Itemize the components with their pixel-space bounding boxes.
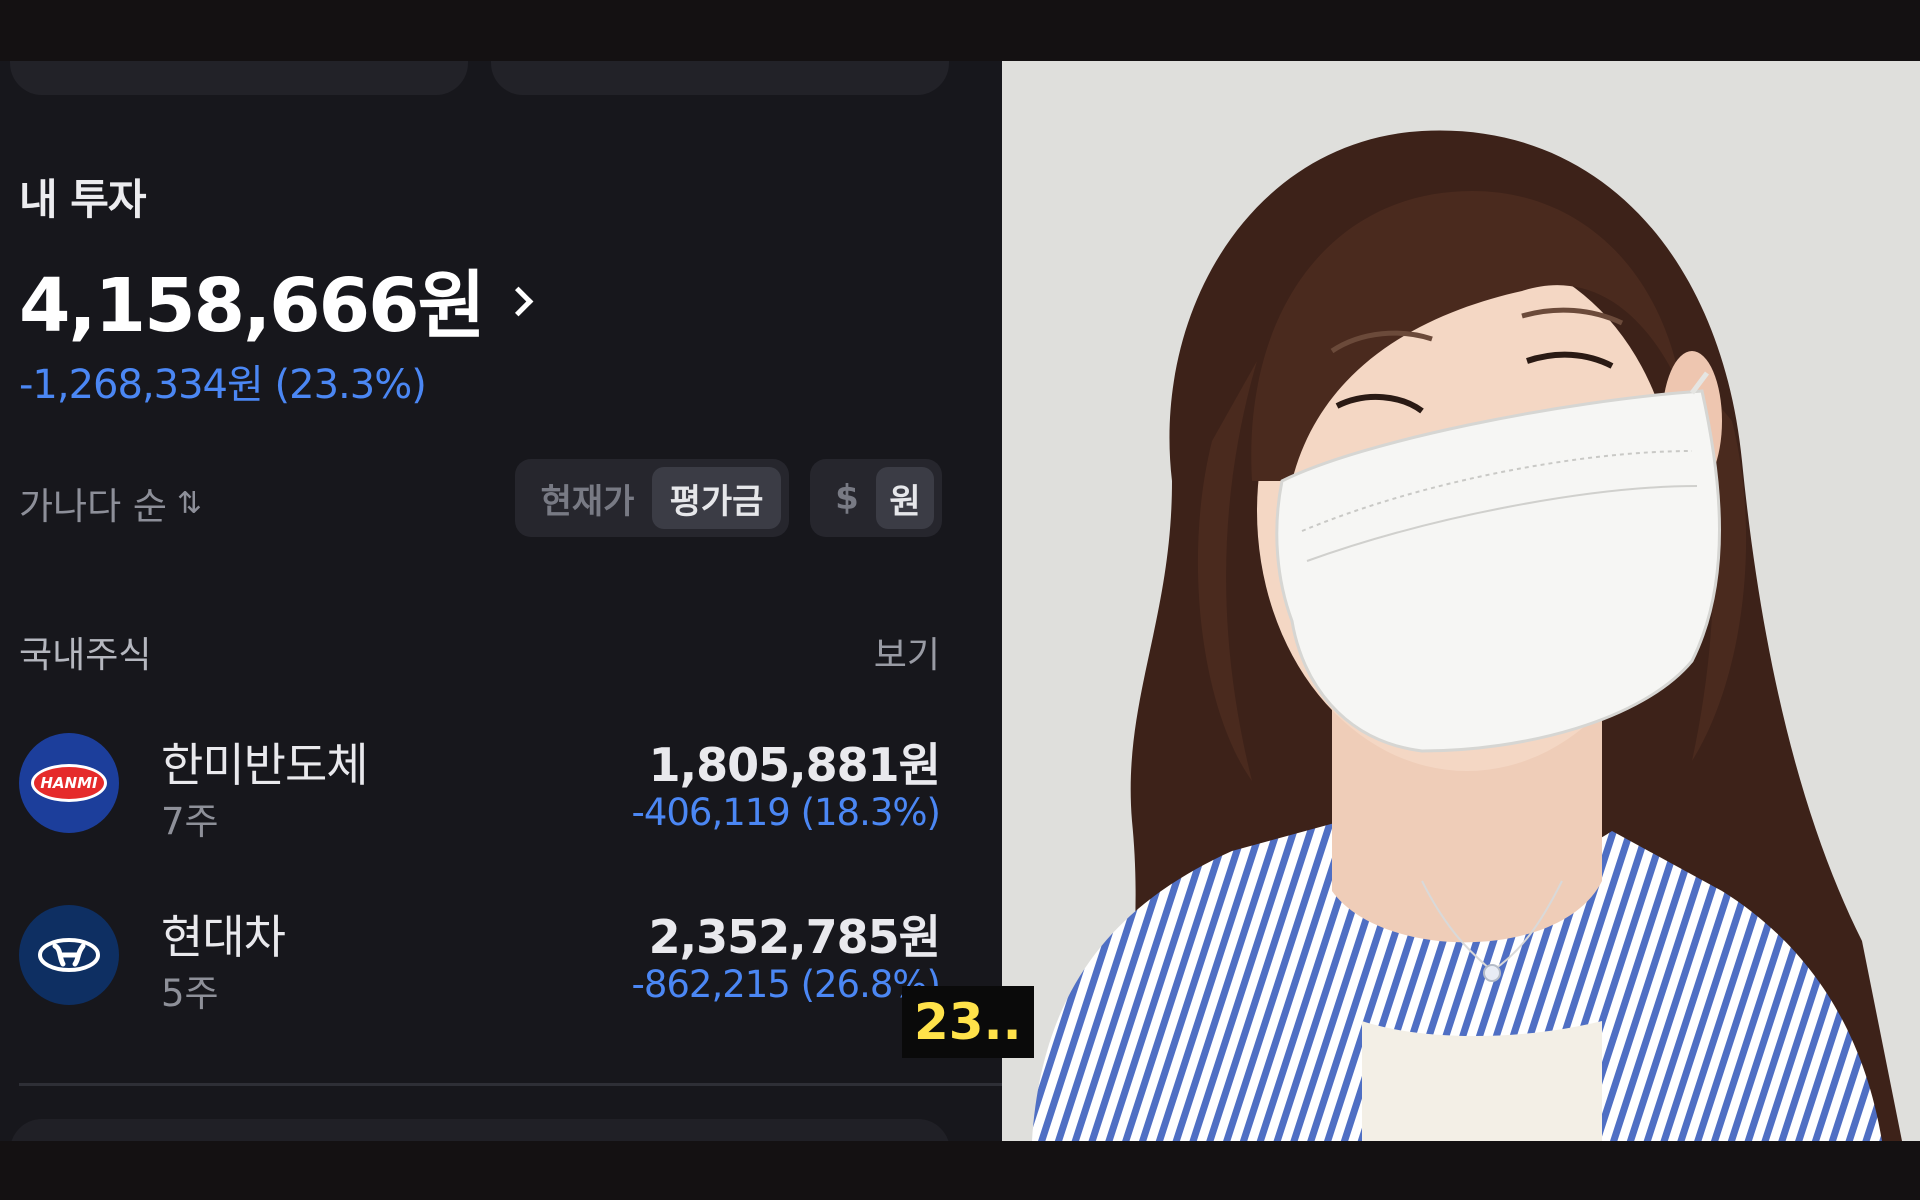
valuation-option[interactable]: 평가금 [652,467,781,529]
holding-value: 2,352,785원 [648,910,941,964]
holding-change: -862,215 (26.8%) [631,963,941,1006]
sort-label: 가나다 순 [19,485,167,528]
total-value: 4,158,666원 [19,263,486,349]
category-label: 국내주식 [19,635,152,676]
hyundai-logo [19,905,119,1005]
holding-shares: 5주 [161,972,219,1015]
top-card-right[interactable] [491,61,949,95]
price-toggle: 현재가 평가금 [515,459,789,537]
holding-name: 한미반도체 [161,738,369,792]
chevron-right-icon [503,286,534,317]
subtitle-caption: 23.. [902,986,1034,1058]
total-value-link[interactable]: 4,158,666원 [19,246,534,353]
holding-name: 현대차 [161,910,286,964]
holding-value: 1,805,881원 [648,738,941,792]
sort-arrows-icon: ⇅ [176,485,203,521]
holding-row-hanmi[interactable]: HANMI 한미반도체 7주 1,805,881원 -406,119 (18.3… [19,729,941,843]
total-change: -1,268,334원 (23.3%) [19,362,427,408]
dollar-option[interactable]: $ [818,467,876,529]
presenter-illustration [1002,61,1920,1141]
presenter-video [1002,61,1920,1141]
hyundai-emblem-icon [38,938,100,972]
holding-change: -406,119 (18.3%) [631,791,941,834]
section-title: 내 투자 [19,175,147,224]
see-button[interactable]: 보기 [874,626,940,678]
bottom-card[interactable] [10,1119,950,1141]
investment-app-screen: 내 투자 4,158,666원 -1,268,334원 (23.3%) 가나다 … [0,61,1002,1141]
hanmi-logo-text: HANMI [31,764,107,802]
hanmi-logo: HANMI [19,733,119,833]
top-card-left[interactable] [10,61,468,95]
holding-row-hyundai[interactable]: 현대차 5주 2,352,785원 -862,215 (26.8%) [19,901,941,1015]
current-price-option[interactable]: 현재가 [523,467,652,529]
holding-shares: 7주 [161,800,219,843]
won-option[interactable]: 원 [876,467,934,529]
video-frame: 내 투자 4,158,666원 -1,268,334원 (23.3%) 가나다 … [0,61,1920,1141]
divider [19,1083,1002,1086]
currency-toggle: $ 원 [810,459,942,537]
sort-button[interactable]: 가나다 순 ⇅ [19,476,202,530]
